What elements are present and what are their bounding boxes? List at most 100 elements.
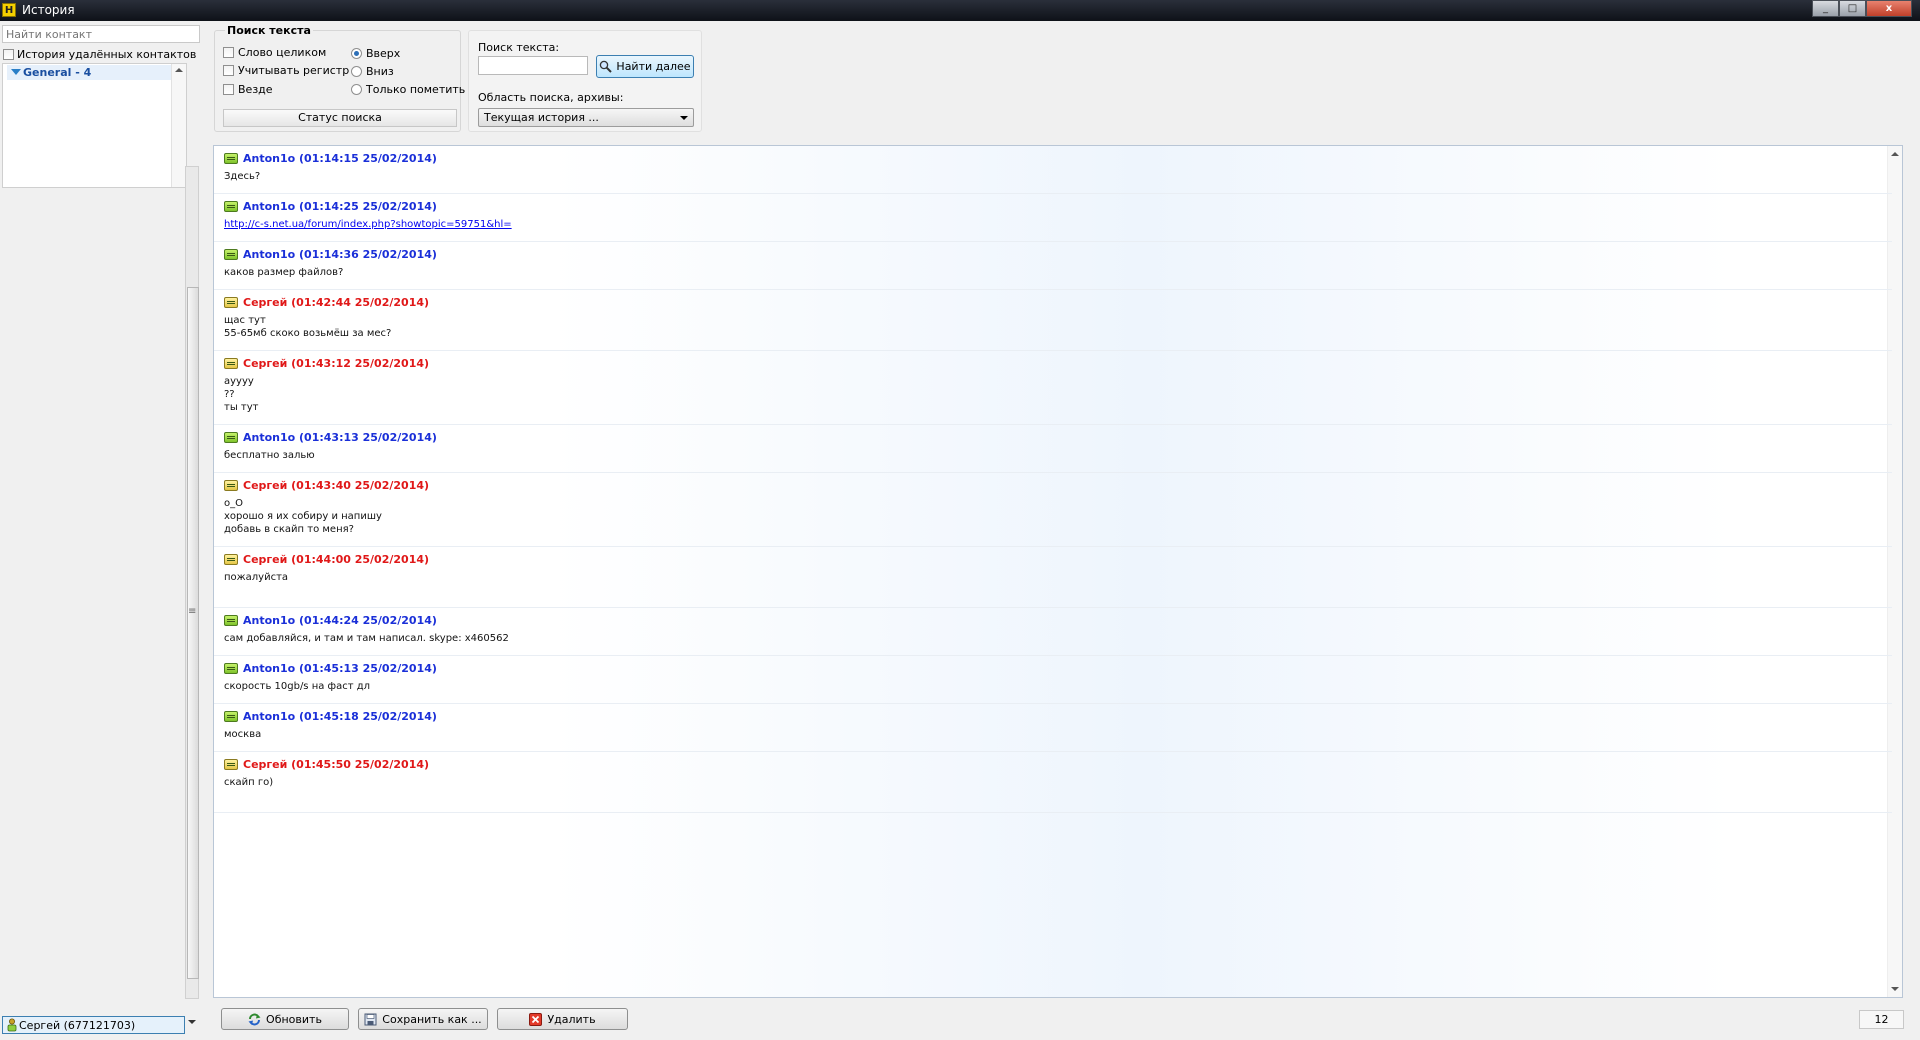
account-label: Сергей (677121703) xyxy=(19,1018,136,1032)
only-mark-option[interactable]: Только пометить xyxy=(351,83,465,96)
match-case-checkbox[interactable] xyxy=(223,65,234,76)
message-text: каков размер файлов? xyxy=(224,266,343,279)
message-icon xyxy=(224,201,238,212)
account-icon xyxy=(7,1018,17,1032)
message-header: Anton1o (01:14:36 25/02/2014) xyxy=(224,248,437,261)
find-next-label: Найти далее xyxy=(616,60,691,73)
message-text: бесплатно залью xyxy=(224,449,315,462)
tree-group-label: General - 4 xyxy=(23,66,92,79)
message-icon xyxy=(224,249,238,260)
scroll-up-icon[interactable] xyxy=(1891,152,1899,156)
message-text: пожалуйста xyxy=(224,571,288,584)
whole-word-checkbox[interactable] xyxy=(223,47,234,58)
message-item: Сергей (01:43:40 25/02/2014) o_O хорошо я … xyxy=(214,473,1892,547)
delete-icon xyxy=(529,1012,543,1026)
refresh-icon xyxy=(248,1013,261,1025)
search-text-label: Поиск текста: xyxy=(478,41,560,54)
message-item: Anton1o (01:44:24 25/02/2014) сам добавля… xyxy=(214,608,1892,656)
everywhere-checkbox[interactable] xyxy=(223,84,234,95)
message-sender: Anton1o (01:43:13 25/02/2014) xyxy=(243,431,437,444)
scroll-up-icon[interactable] xyxy=(175,68,183,72)
tree-group-general[interactable]: General - 4 xyxy=(7,65,172,80)
search-group-title: Поиск текста xyxy=(225,24,313,37)
save-as-button[interactable]: Сохранить как ... xyxy=(358,1008,488,1030)
history-view[interactable]: Anton1o (01:14:15 25/02/2014) Здесь? Anton… xyxy=(213,145,1903,998)
search-icon xyxy=(600,60,613,73)
search-status-button[interactable]: Статус поиска xyxy=(223,109,457,127)
message-header: Anton1o (01:43:13 25/02/2014) xyxy=(224,431,437,444)
message-icon xyxy=(224,480,238,491)
message-line: ?? xyxy=(224,389,235,400)
splitter-handle[interactable]: ≡ xyxy=(188,606,196,618)
contacts-sidebar: История удалённых контактов General - 4 … xyxy=(0,21,202,1040)
everywhere-label: Везде xyxy=(238,83,273,96)
only-mark-label: Только пометить xyxy=(366,83,466,96)
chevron-down-icon[interactable] xyxy=(188,1020,196,1024)
message-line: пожалуйста xyxy=(224,572,289,583)
refresh-button[interactable]: Обновить xyxy=(221,1008,349,1030)
tree-scrollbar[interactable] xyxy=(171,64,186,187)
message-line: москва xyxy=(224,729,262,740)
message-sender: Anton1o (01:14:36 25/02/2014) xyxy=(243,248,437,261)
message-text: http://c-s.net.ua/forum/index.php?showto… xyxy=(224,218,512,231)
direction-down-radio[interactable] xyxy=(351,66,362,77)
app-icon: H xyxy=(2,3,16,17)
message-line: скорость 10gb/s на фаст дл xyxy=(224,681,371,692)
message-line: 55-65мб скоко возьмёш за мес? xyxy=(224,328,392,339)
message-item: Anton1o (01:45:18 25/02/2014) москва xyxy=(214,704,1892,752)
whole-word-label: Слово целиком xyxy=(238,46,327,59)
window-controls: _ □ x xyxy=(1812,0,1912,18)
message-sender: Сергей (01:42:44 25/02/2014) xyxy=(243,296,430,309)
expand-arrow-icon[interactable] xyxy=(11,69,21,75)
find-contact-input[interactable] xyxy=(2,25,200,43)
message-text: сам добавляйся, и там и там написал. sky… xyxy=(224,632,509,645)
delete-button[interactable]: Удалить xyxy=(497,1008,628,1030)
match-case-option[interactable]: Учитывать регистр xyxy=(223,64,349,77)
refresh-label: Обновить xyxy=(266,1012,322,1026)
message-header: Сергей (01:43:12 25/02/2014) xyxy=(224,357,429,370)
deleted-contacts-checkbox[interactable] xyxy=(3,49,14,60)
message-item: Сергей (01:42:44 25/02/2014) щас тут 55-65… xyxy=(214,290,1892,351)
message-item: Anton1o (01:14:15 25/02/2014) Здесь? xyxy=(214,146,1892,194)
account-selector[interactable]: Сергей (677121703) xyxy=(2,1016,185,1034)
only-mark-radio[interactable] xyxy=(351,84,362,95)
message-header: Сергей (01:44:00 25/02/2014) xyxy=(224,553,429,566)
everywhere-option[interactable]: Везде xyxy=(223,83,273,96)
message-link[interactable]: http://c-s.net.ua/forum/index.php?showto… xyxy=(224,219,512,230)
direction-down-option[interactable]: Вниз xyxy=(351,65,394,78)
sidebar-scrollbar[interactable] xyxy=(185,166,199,999)
save-icon xyxy=(364,1013,377,1025)
minimize-button[interactable]: _ xyxy=(1812,0,1839,17)
direction-up-option[interactable]: Вверх xyxy=(351,47,400,60)
message-item: Anton1o (01:14:25 25/02/2014) http://c-s.… xyxy=(214,194,1892,242)
message-header: Anton1o (01:45:18 25/02/2014) xyxy=(224,710,437,723)
contact-tree[interactable]: General - 4 xyxy=(2,63,187,188)
message-line: ayyyy xyxy=(224,376,254,387)
message-item: Сергей (01:44:00 25/02/2014) пожалуйста xyxy=(214,547,1892,608)
message-line: скайп го) xyxy=(224,777,274,788)
title-bar: H История _ □ x xyxy=(0,0,1920,21)
whole-word-option[interactable]: Слово целиком xyxy=(223,46,326,59)
close-button[interactable]: x xyxy=(1866,0,1912,17)
message-line: сам добавляйся, и там и там написал. sky… xyxy=(224,633,509,644)
sidebar-scroll-thumb[interactable] xyxy=(187,287,199,979)
message-icon xyxy=(224,663,238,674)
message-item: Anton1o (01:45:13 25/02/2014) скорость 10… xyxy=(214,656,1892,704)
message-text: скайп го) xyxy=(224,776,273,789)
message-icon xyxy=(224,711,238,722)
search-area-label: Область поиска, архивы: xyxy=(478,91,624,104)
message-text: o_O хорошо я их собиру и напишу добавь в с… xyxy=(224,497,382,536)
search-area-select[interactable]: Текущая история ... xyxy=(478,108,694,127)
message-sender: Сергей (01:44:00 25/02/2014) xyxy=(243,553,430,566)
search-text-input[interactable] xyxy=(478,56,588,75)
match-case-label: Учитывать регистр xyxy=(238,64,350,77)
message-header: Anton1o (01:14:15 25/02/2014) xyxy=(224,152,437,165)
message-icon xyxy=(224,432,238,443)
scroll-down-icon[interactable] xyxy=(1891,987,1899,991)
find-next-button[interactable]: Найти далее xyxy=(596,55,694,78)
message-sender: Сергей (01:45:50 25/02/2014) xyxy=(243,758,430,771)
direction-up-radio[interactable] xyxy=(351,48,362,59)
deleted-contacts-option[interactable]: История удалённых контактов xyxy=(3,48,196,61)
message-sender: Anton1o (01:14:15 25/02/2014) xyxy=(243,152,437,165)
maximize-button[interactable]: □ xyxy=(1839,0,1866,17)
